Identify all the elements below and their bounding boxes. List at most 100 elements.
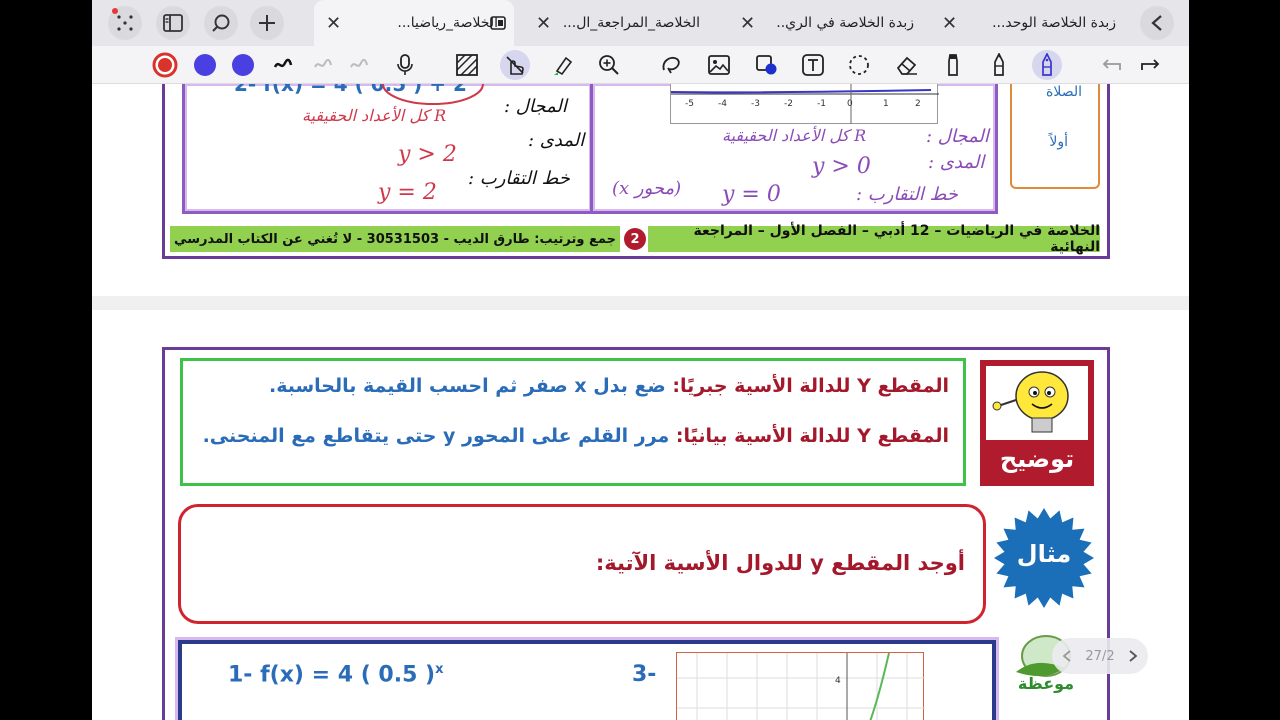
- left-domain-value: R كل الأعداد الحقيقية: [302, 106, 447, 125]
- tablet-icon: [490, 16, 506, 30]
- lightbulb-icon: [992, 371, 1069, 433]
- redo-icon: [1141, 59, 1160, 70]
- left-domain-label: المجال :: [504, 96, 567, 117]
- explanation-badge-label: توضيح: [999, 445, 1075, 473]
- undo-icon: [1102, 59, 1121, 70]
- image-icon: [708, 55, 730, 75]
- close-tab-icon[interactable]: ✕: [536, 13, 551, 34]
- right-asymptote-value: y = 0: [722, 182, 781, 207]
- side-tab: الصلاة أولاً: [1010, 84, 1100, 189]
- tabs-scroll-button[interactable]: [1140, 6, 1174, 40]
- close-tab-icon[interactable]: ✕: [740, 13, 755, 34]
- tick-label: 0: [847, 99, 853, 109]
- tab-0[interactable]: الخلاصة_رياضيا... ✕: [314, 0, 514, 46]
- wisdom-badge-label: موعظة: [1017, 674, 1075, 693]
- pen-color-red[interactable]: [150, 50, 180, 80]
- eraser-tool[interactable]: [892, 50, 922, 80]
- undo-button[interactable]: [1096, 50, 1126, 80]
- highlighter-tool[interactable]: [548, 50, 578, 80]
- highlighter-icon: [554, 56, 573, 76]
- dots-grid-icon: [117, 15, 133, 31]
- problems-box: 1- f(x) = 4 ( 0.5 )x 3- 4: [178, 640, 996, 720]
- tick-label: -4: [718, 99, 727, 109]
- hand-pen-icon: [506, 56, 524, 75]
- tab-2[interactable]: زبدة الخلاصة في الري.. ✕: [728, 0, 924, 46]
- zoom-tool[interactable]: [594, 50, 624, 80]
- tick-label: -1: [817, 99, 826, 109]
- axis-ticks: -5 -4 -3 -2 -1 0 1 2: [685, 99, 921, 109]
- pdf-page-lower: المقطع Y للدالة الأسية جبريًا: ضع بدل x …: [92, 310, 1189, 720]
- dashed-circle-icon: [849, 55, 869, 75]
- tab-label: الخلاصة_رياضيا...: [397, 15, 498, 31]
- tab-bar: الخلاصة_رياضيا... ✕ الخلاصة_المراجعة_ال.…: [92, 0, 1189, 46]
- problem-3-graph: 4: [676, 652, 925, 720]
- search-button[interactable]: [204, 6, 238, 40]
- graph-fragment: -5 -4 -3 -2 -1 0 1 2: [670, 84, 939, 124]
- eraser-icon: [896, 56, 917, 75]
- selection-tool[interactable]: [844, 50, 874, 80]
- prev-page-icon[interactable]: [1062, 649, 1072, 663]
- stroke-width-3[interactable]: [344, 50, 374, 80]
- page-navigator: 27/2: [1052, 638, 1148, 674]
- pdf-page-upper: 2- f(x) = 4 ( 0.5 ) + 2 المجال : R كل ال…: [92, 84, 1189, 296]
- example-prompt: أوجد المقطع y للدوال الأسية الآتية:: [595, 551, 965, 575]
- tick-label: -3: [751, 99, 760, 109]
- next-page-icon[interactable]: [1128, 649, 1138, 663]
- lightbulb-panel: [986, 366, 1088, 440]
- tick-label: -2: [784, 99, 793, 109]
- touch-draw-toggle[interactable]: [500, 50, 530, 80]
- lasso-icon: [662, 57, 680, 74]
- tick-label: 2: [915, 99, 921, 109]
- pen-tool[interactable]: [1032, 50, 1062, 80]
- pen-color-blue-1[interactable]: [190, 50, 220, 80]
- example-prompt-box: أوجد المقطع y للدوال الأسية الآتية:: [178, 504, 986, 624]
- redo-button[interactable]: [1136, 50, 1166, 80]
- footer-credit-bar: جمع وترتيب: طارق الديب - 30531503 - لا ت…: [170, 226, 620, 252]
- pen-color-blue-2[interactable]: [228, 50, 258, 80]
- explanation-line-1: المقطع Y للدالة الأسية جبريًا: ضع بدل x …: [269, 375, 949, 397]
- search-icon: [212, 14, 230, 32]
- pdf-reader-app: الخلاصة_رياضيا... ✕ الخلاصة_المراجعة_ال.…: [92, 0, 1189, 720]
- stroke-sample-icon: [350, 58, 368, 68]
- page-indicator: 27/2: [1085, 648, 1115, 664]
- tick-label: -5: [685, 99, 694, 109]
- explanation-line-2: المقطع Y للدالة الأسية بيانيًا: مرر القل…: [203, 425, 949, 447]
- pencil-tool[interactable]: [984, 50, 1014, 80]
- lasso-tool[interactable]: [656, 50, 686, 80]
- stroke-sample-icon: [273, 58, 293, 68]
- tab-1[interactable]: الخلاصة_المراجعة_ال... ✕: [524, 0, 710, 46]
- explanation-2-body: مرر القلم على المحور y حتى يتقاطع مع الم…: [202, 425, 670, 447]
- pattern-fill-tool[interactable]: [452, 50, 482, 80]
- left-range-label: المدى :: [528, 130, 585, 151]
- marker-icon: [948, 54, 958, 76]
- color-swatch-icon: [194, 54, 216, 76]
- close-tab-icon[interactable]: ✕: [326, 13, 341, 34]
- voice-input-button[interactable]: [390, 50, 420, 80]
- new-tab-button[interactable]: [250, 6, 284, 40]
- side-tab-subtitle: أولاً: [1049, 134, 1068, 150]
- sidebar-toggle-button[interactable]: [156, 6, 190, 40]
- shape-tool[interactable]: [752, 50, 782, 80]
- right-asymptote-label: خط التقارب :: [856, 184, 958, 205]
- stroke-width-2[interactable]: [308, 50, 338, 80]
- tab-3[interactable]: زبدة الخلاصة الوحد... ✕: [930, 0, 1126, 46]
- color-swatch-icon: [152, 52, 178, 78]
- annotation-toolbar: [92, 46, 1189, 84]
- image-insert-tool[interactable]: [704, 50, 734, 80]
- footer-title-bar: الخلاصة في الرياضيات – 12 أدبي – الفصل ا…: [648, 223, 1100, 255]
- right-asymptote-note: (محور x): [612, 178, 682, 199]
- plus-icon: [259, 15, 275, 31]
- document-viewport[interactable]: 2- f(x) = 4 ( 0.5 ) + 2 المجال : R كل ال…: [92, 84, 1189, 720]
- left-asymptote-label: خط التقارب :: [468, 168, 570, 189]
- stroke-width-1[interactable]: [268, 50, 298, 80]
- text-tool[interactable]: [798, 50, 828, 80]
- example-badge-label: مثال: [1016, 540, 1072, 568]
- right-domain-label: المجال :: [926, 126, 989, 147]
- axis-svg: -5 -4 -3 -2 -1 0 1 2: [670, 84, 939, 124]
- footer-page-number: 2: [624, 228, 646, 250]
- close-tab-icon[interactable]: ✕: [942, 13, 957, 34]
- marker-tool[interactable]: [938, 50, 968, 80]
- explanation-2-title: المقطع Y للدالة الأسية بيانيًا:: [675, 425, 949, 447]
- fountain-pen-icon: [1042, 53, 1052, 76]
- apps-menu-button[interactable]: [108, 6, 142, 40]
